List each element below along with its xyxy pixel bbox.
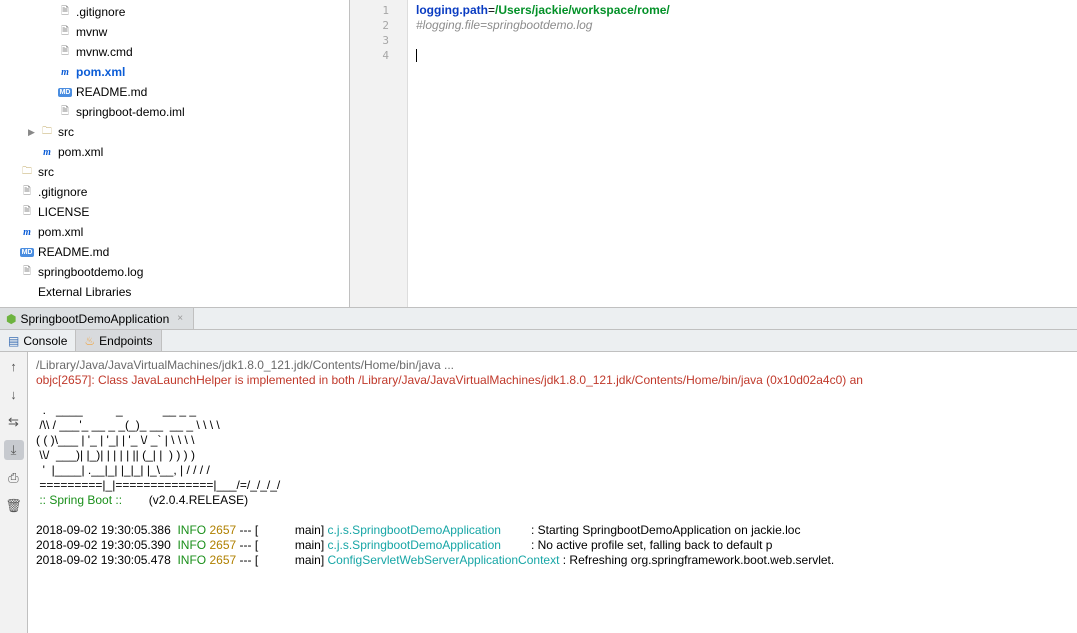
tab-endpoints[interactable]: ♨ Endpoints — [75, 330, 161, 351]
line-number: 3 — [350, 33, 407, 48]
prop-key: logging.path — [416, 3, 488, 17]
console-output[interactable]: /Library/Java/JavaVirtualMachines/jdk1.8… — [28, 352, 1077, 633]
fire-icon: ♨ — [84, 334, 95, 348]
tree-item-label: README.md — [76, 85, 147, 99]
maven-icon: m — [40, 145, 54, 159]
soft-wrap-button[interactable]: ⇆ — [4, 412, 24, 432]
maven-icon: m — [58, 65, 72, 79]
file-icon: 🗎 — [20, 265, 34, 279]
tree-item-label: springboot-demo.iml — [76, 105, 185, 119]
spring-boot-tag: :: Spring Boot :: — [36, 493, 149, 507]
tree-item[interactable]: MD README.md — [0, 82, 349, 102]
scroll-up-button[interactable]: ↑ — [4, 356, 24, 376]
markdown-icon: MD — [58, 85, 72, 99]
spring-banner: . ____ _ __ _ _ /\\ / ___'_ __ _ _(_)_ _… — [36, 403, 280, 492]
prop-value: /Users/jackie/workspace/rome/ — [495, 3, 670, 17]
tree-item[interactable]: External Libraries — [0, 282, 349, 302]
scroll-down-button[interactable]: ↓ — [4, 384, 24, 404]
tree-item-label: .gitignore — [38, 185, 87, 199]
console-header: /Library/Java/JavaVirtualMachines/jdk1.8… — [36, 358, 454, 372]
close-icon[interactable]: × — [177, 313, 183, 324]
console-tab-bar: ▤ Console ♨ Endpoints — [0, 330, 1077, 352]
file-icon: 🗎 — [20, 185, 34, 199]
tree-item[interactable]: 🗀 src — [0, 162, 349, 182]
tree-item-label: springbootdemo.log — [38, 265, 143, 279]
line-number: 1 — [350, 3, 407, 18]
tree-item-label: pom.xml — [38, 225, 83, 239]
maven-icon: m — [20, 225, 34, 239]
expand-arrow-icon[interactable]: ▶ — [28, 127, 40, 138]
console-toolbar: ↑ ↓ ⇆ ⤓ ⎙ 🗑 — [0, 352, 28, 633]
tree-item[interactable]: m pom.xml — [0, 62, 349, 82]
tree-item-label: README.md — [38, 245, 109, 259]
tree-item[interactable]: m pom.xml — [0, 222, 349, 242]
tree-item-label: mvnw.cmd — [76, 45, 133, 59]
editor-gutter: 1234 — [350, 0, 408, 307]
project-tree[interactable]: 🗎 .gitignore 🗎 mvnw 🗎 mvnw.cmd m pom.xml MD READM… — [0, 0, 350, 307]
tree-item-label: src — [38, 165, 54, 179]
line-number: 4 — [350, 48, 407, 63]
tree-item[interactable]: 🗎 mvnw.cmd — [0, 42, 349, 62]
run-tab-bar: ⬢ SpringbootDemoApplication × — [0, 308, 1077, 330]
code-editor[interactable]: logging.path=/Users/jackie/workspace/rom… — [408, 0, 1077, 307]
line-number: 2 — [350, 18, 407, 33]
file-icon: 🗎 — [58, 25, 72, 39]
editor-caret — [416, 49, 417, 62]
tree-item[interactable]: 🗎 .gitignore — [0, 182, 349, 202]
tree-item-label: pom.xml — [76, 65, 125, 79]
tree-item[interactable]: ▶🗀 src — [0, 122, 349, 142]
log-line: 2018-09-02 19:30:05.386 INFO 2657 --- [ … — [36, 523, 800, 537]
tab-console[interactable]: ▤ Console — [0, 330, 75, 351]
scroll-to-end-button[interactable]: ⤓ — [4, 440, 24, 460]
file-icon: 🗎 — [58, 45, 72, 59]
tree-item-label: LICENSE — [38, 205, 89, 219]
tree-item[interactable]: 🗎 mvnw — [0, 22, 349, 42]
tree-item[interactable]: 🗎 springboot-demo.iml — [0, 102, 349, 122]
file-icon: 🗎 — [20, 205, 34, 219]
print-button[interactable]: ⎙ — [4, 468, 24, 488]
tree-item-label: .gitignore — [76, 5, 125, 19]
run-tab[interactable]: ⬢ SpringbootDemoApplication × — [0, 308, 194, 329]
console-error-line: objc[2657]: Class JavaLaunchHelper is im… — [36, 373, 863, 387]
folder-icon: 🗀 — [40, 125, 54, 139]
spring-icon: ⬢ — [6, 312, 16, 326]
markdown-icon: MD — [20, 245, 34, 259]
tree-item-label: mvnw — [76, 25, 107, 39]
file-icon: 🗎 — [58, 5, 72, 19]
tree-item[interactable]: 🗎 LICENSE — [0, 202, 349, 222]
tree-item-label: src — [58, 125, 74, 139]
file-icon: 🗎 — [58, 105, 72, 119]
log-line: 2018-09-02 19:30:05.478 INFO 2657 --- [ … — [36, 553, 834, 567]
folder-icon: 🗀 — [20, 165, 34, 179]
console-icon: ▤ — [8, 334, 19, 348]
tree-item-label: External Libraries — [38, 285, 131, 299]
run-tab-label: SpringbootDemoApplication — [20, 312, 169, 326]
tree-item[interactable]: m pom.xml — [0, 142, 349, 162]
tree-item-label: pom.xml — [58, 145, 103, 159]
tree-item[interactable]: 🗎 .gitignore — [0, 2, 349, 22]
tree-item[interactable]: 🗎 springbootdemo.log — [0, 262, 349, 282]
prop-comment: #logging.file=springbootdemo.log — [416, 18, 592, 32]
log-line: 2018-09-02 19:30:05.390 INFO 2657 --- [ … — [36, 538, 772, 552]
clear-button[interactable]: 🗑 — [4, 496, 24, 516]
tree-item[interactable]: MD README.md — [0, 242, 349, 262]
